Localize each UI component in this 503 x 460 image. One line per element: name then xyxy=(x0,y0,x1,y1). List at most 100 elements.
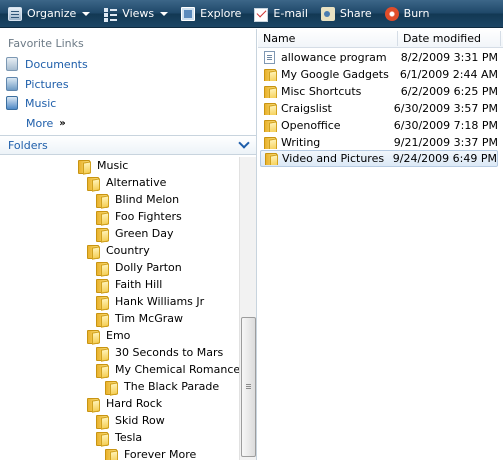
views-button[interactable]: Views xyxy=(99,3,172,25)
tree-item-label: Tesla xyxy=(115,431,143,444)
tree-item[interactable]: Faith Hill xyxy=(96,276,162,293)
file-list-pane: Name Date modified allowance program 8/2… xyxy=(258,29,503,460)
tree-item-label: Green Day xyxy=(115,227,174,240)
folder-tree-scrollbar[interactable] xyxy=(239,157,256,460)
share-button[interactable]: Share xyxy=(317,3,376,25)
file-name-cell: Writing xyxy=(260,136,385,149)
email-button[interactable]: E-mail xyxy=(250,3,312,25)
column-header-name[interactable]: Name xyxy=(263,32,295,45)
favorite-link-label: Music xyxy=(25,96,57,110)
more-links-button[interactable]: More » xyxy=(26,114,66,132)
folder-icon xyxy=(96,210,108,225)
tree-item-label: Dolly Parton xyxy=(115,261,182,274)
column-header-date-modified[interactable]: Date modified xyxy=(403,32,481,45)
tree-item[interactable]: 30 Seconds to Mars xyxy=(96,344,223,361)
folders-header[interactable]: Folders xyxy=(0,135,256,155)
organize-label: Organize xyxy=(27,7,77,20)
file-row-selected[interactable]: Video and Pictures 9/24/2009 6:49 PM xyxy=(260,150,498,167)
organize-button[interactable]: Organize xyxy=(4,3,94,25)
favorite-link-pictures[interactable]: Pictures xyxy=(6,75,69,93)
tree-item[interactable]: My Chemical Romance xyxy=(96,361,240,378)
tree-item[interactable]: Hank Williams Jr xyxy=(96,293,204,310)
share-icon xyxy=(320,6,335,21)
folder-icon xyxy=(105,380,117,395)
tree-item-label: My Chemical Romance xyxy=(115,363,240,376)
tree-item[interactable]: Emo xyxy=(87,327,130,344)
tree-item-label: Forever More xyxy=(124,448,197,460)
explore-button[interactable]: Explore xyxy=(177,3,245,25)
file-date: 6/2/2009 6:25 PM xyxy=(400,85,498,98)
documents-icon xyxy=(6,57,18,71)
file-name: Video and Pictures xyxy=(282,152,384,165)
folder-icon xyxy=(96,363,108,378)
folder-icon xyxy=(264,85,276,98)
tree-item-label: Tim McGraw xyxy=(115,312,183,325)
folder-icon xyxy=(96,278,108,293)
file-name-cell: Video and Pictures xyxy=(261,152,384,165)
folder-icon xyxy=(87,244,99,259)
views-icon xyxy=(103,7,118,21)
folder-icon xyxy=(96,312,108,327)
pictures-icon xyxy=(6,77,18,91)
scrollbar-thumb[interactable] xyxy=(241,317,256,457)
folder-icon xyxy=(87,329,99,344)
tree-item[interactable]: Skid Row xyxy=(96,412,165,429)
tree-item-label: The Black Parade xyxy=(124,380,220,393)
file-row[interactable]: Openoffice 6/30/2009 7:18 PM xyxy=(260,117,498,134)
burn-button[interactable]: Burn xyxy=(381,3,434,25)
chevron-down-icon xyxy=(160,11,169,16)
tree-item[interactable]: Dolly Parton xyxy=(96,259,182,276)
file-name-cell: Openoffice xyxy=(260,119,385,132)
file-row[interactable]: Misc Shortcuts 6/2/2009 6:25 PM xyxy=(260,83,498,100)
file-row[interactable]: Writing 9/21/2009 3:37 PM xyxy=(260,134,498,151)
folder-icon xyxy=(96,227,108,242)
burn-label: Burn xyxy=(403,7,430,20)
favorite-link-documents[interactable]: Documents xyxy=(6,55,88,73)
file-row[interactable]: allowance program 8/2/2009 3:31 PM xyxy=(260,49,498,66)
email-label: E-mail xyxy=(273,7,308,20)
explore-icon xyxy=(181,6,196,21)
tree-item[interactable]: Alternative xyxy=(87,174,166,191)
tree-item[interactable]: Hard Rock xyxy=(87,395,162,412)
tree-item[interactable]: Country xyxy=(87,242,150,259)
tree-item-label: Blind Melon xyxy=(115,193,180,206)
file-row[interactable]: My Google Gadgets 6/1/2009 2:44 AM xyxy=(260,66,498,83)
tree-item[interactable]: Foo Fighters xyxy=(96,208,182,225)
favorite-link-label: Documents xyxy=(25,57,88,71)
tree-item[interactable]: Tim McGraw xyxy=(96,310,183,327)
folder-icon xyxy=(105,448,117,460)
tree-item[interactable]: Tesla xyxy=(96,429,142,446)
tree-item-label: Music xyxy=(97,159,129,172)
double-chevron-right-icon: » xyxy=(59,117,66,129)
file-date: 6/1/2009 2:44 AM xyxy=(399,68,498,81)
tree-item[interactable]: The Black Parade xyxy=(105,378,219,395)
tree-item-label: Skid Row xyxy=(115,414,165,427)
file-name-cell: My Google Gadgets xyxy=(260,68,391,81)
share-label: Share xyxy=(339,7,372,20)
tree-item[interactable]: Green Day xyxy=(96,225,174,242)
tree-item[interactable]: Blind Melon xyxy=(96,191,179,208)
tree-item[interactable]: Music xyxy=(78,157,128,174)
folder-tree: Music Alternative Blind Melon Foo Fighte… xyxy=(0,157,240,460)
file-row[interactable]: Craigslist 6/30/2009 3:57 PM xyxy=(260,100,498,117)
folder-icon xyxy=(78,159,90,174)
tree-item[interactable]: Forever More xyxy=(105,446,196,460)
tree-item-label: 30 Seconds to Mars xyxy=(115,346,224,359)
file-name-cell: Craigslist xyxy=(260,102,385,115)
tree-item-label: Faith Hill xyxy=(115,278,163,291)
tree-item-label: Hard Rock xyxy=(106,397,163,410)
file-name: My Google Gadgets xyxy=(281,68,389,81)
document-icon xyxy=(264,51,275,64)
column-divider[interactable] xyxy=(500,31,501,46)
command-bar: Organize Views Explore E-mail Share Burn xyxy=(0,0,503,28)
folder-icon xyxy=(264,119,276,132)
folder-icon xyxy=(264,68,276,81)
disc-icon xyxy=(384,6,399,21)
favorite-link-music[interactable]: Music xyxy=(6,94,56,112)
folder-icon xyxy=(96,431,108,446)
favorite-links-heading: Favorite Links xyxy=(8,37,84,50)
navigation-pane: Favorite Links Documents Pictures Music … xyxy=(0,29,257,460)
column-divider[interactable] xyxy=(397,31,398,46)
file-date: 6/30/2009 3:57 PM xyxy=(393,102,498,115)
folder-icon xyxy=(265,152,277,165)
